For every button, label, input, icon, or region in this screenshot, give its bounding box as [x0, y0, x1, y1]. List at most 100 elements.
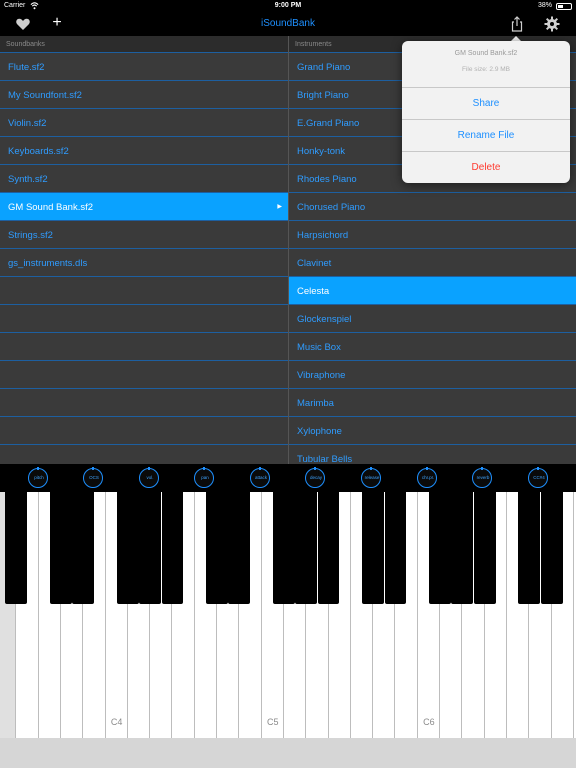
keyboard-bottom-band	[0, 738, 576, 768]
black-key[interactable]	[429, 492, 451, 604]
list-item-label: Honky-tonk	[297, 146, 346, 157]
knob-label: reverb	[476, 475, 490, 480]
knob-release[interactable]: release	[361, 467, 381, 488]
share-icon[interactable]	[509, 16, 525, 32]
black-key[interactable]	[518, 492, 541, 604]
empty-row	[0, 277, 288, 305]
list-item-label: Music Box	[297, 342, 341, 353]
black-key[interactable]	[228, 492, 251, 604]
disclosure-arrow-icon: ▶	[277, 204, 282, 210]
list-item[interactable]: Chorused Piano	[289, 193, 576, 221]
octave-label: C4	[110, 717, 123, 727]
black-key[interactable]	[273, 492, 295, 604]
list-item-label: Chorused Piano	[297, 202, 366, 213]
black-key[interactable]	[206, 492, 228, 604]
knob-ocs[interactable]: OCS	[83, 467, 103, 488]
list-item[interactable]: Harpsichord	[289, 221, 576, 249]
list-item-label: Strings.sf2	[8, 230, 53, 241]
app-title: iSoundBank	[261, 18, 315, 29]
empty-row	[0, 389, 288, 417]
list-item-label: My Soundfont.sf2	[8, 90, 82, 101]
list-item[interactable]: GM Sound Bank.sf2 ▶	[0, 193, 288, 221]
list-item[interactable]: Clavinet	[289, 249, 576, 277]
list-item-label: Glockenspiel	[297, 314, 352, 325]
list-item-label: Harpsichord	[297, 230, 349, 241]
list-item[interactable]: Keyboards.sf2	[0, 137, 288, 165]
status-bar: Carrier 9:00 PM 38%	[0, 0, 576, 12]
knob-label: pan	[201, 475, 209, 480]
status-time: 9:00 PM	[274, 2, 302, 9]
list-item-label: Violin.sf2	[8, 118, 47, 129]
list-item[interactable]: Vibraphone	[289, 361, 576, 389]
knob-vol[interactable]: vol.	[139, 467, 159, 488]
black-key[interactable]	[49, 492, 72, 604]
black-key[interactable]	[161, 492, 184, 604]
soundbank-list: Flute.sf2 My Soundfont.sf2 Violin.sf2 Keybo…	[0, 53, 288, 464]
list-item-label: Clavinet	[297, 258, 332, 269]
rename-file-button[interactable]: Rename File	[402, 119, 570, 151]
knob-label: attack	[254, 475, 267, 480]
list-item-label: Flute.sf2	[8, 62, 45, 73]
piano-keyboard: C4 C5 C6	[0, 492, 576, 768]
knob-label: chr.pr.	[421, 475, 435, 480]
list-item[interactable]: Violin.sf2	[0, 109, 288, 137]
list-item[interactable]: Marimba	[289, 389, 576, 417]
knob-label: CC#4	[533, 475, 545, 480]
list-item[interactable]: Celesta	[289, 277, 576, 305]
list-item[interactable]: Strings.sf2	[0, 221, 288, 249]
knob-label: vol.	[146, 475, 154, 480]
black-key[interactable]	[295, 492, 318, 604]
empty-row	[0, 333, 288, 361]
list-item-label: gs_instruments.dls	[8, 258, 88, 269]
list-item-label: GM Sound Bank.sf2	[8, 202, 94, 213]
octave-label: C5	[267, 717, 279, 727]
knob-decay[interactable]: decay	[305, 467, 325, 488]
knob-cc-4[interactable]: CC#4	[528, 467, 548, 488]
octave-label: C6	[423, 717, 435, 727]
black-key[interactable]	[317, 492, 340, 604]
list-item[interactable]: Flute.sf2	[0, 53, 288, 81]
delete-button[interactable]: Delete	[402, 151, 570, 183]
gear-icon[interactable]	[544, 16, 560, 32]
knob-reverb[interactable]: reverb	[472, 467, 492, 488]
black-key[interactable]	[116, 492, 139, 604]
black-key[interactable]	[473, 492, 496, 604]
knob-chr-pr[interactable]: chr.pr.	[417, 467, 437, 488]
list-item-label: Grand Piano	[297, 62, 351, 73]
list-item-label: Tubular Bells	[297, 454, 353, 464]
list-item[interactable]: Xylophone	[289, 417, 576, 445]
knob-label: release	[364, 475, 380, 480]
popover-file-name: GM Sound Bank.sf2	[454, 50, 518, 57]
empty-row	[0, 417, 288, 445]
knob-attack[interactable]: attack	[250, 467, 270, 488]
list-item-label: Rhodes Piano	[297, 174, 357, 185]
knob-pitch[interactable]: pitch	[28, 467, 48, 488]
soundbanks-pane: Soundbanks Flute.sf2 My Soundfont.sf2 Viol…	[0, 36, 289, 464]
knob-label: pitch	[34, 475, 44, 480]
list-item[interactable]: My Soundfont.sf2	[0, 81, 288, 109]
file-actions-popover: GM Sound Bank.sf2 File size: 2.9 MB Shar…	[402, 41, 570, 183]
black-key[interactable]	[139, 492, 162, 604]
list-item-label: Celesta	[297, 286, 330, 297]
list-item-label: Xylophone	[297, 426, 342, 437]
black-key[interactable]	[362, 492, 385, 604]
empty-row	[0, 445, 288, 464]
knob-label: decay	[309, 475, 322, 480]
black-key[interactable]	[5, 492, 28, 604]
knob-pan[interactable]: pan	[194, 467, 214, 488]
black-key[interactable]	[540, 492, 563, 604]
list-item[interactable]: gs_instruments.dls	[0, 249, 288, 277]
list-item[interactable]: Glockenspiel	[289, 305, 576, 333]
list-item[interactable]: Synth.sf2	[0, 165, 288, 193]
black-key[interactable]	[384, 492, 407, 604]
black-key[interactable]	[72, 492, 95, 604]
knob-strip: pitch OCS vol. pan attack decay release chr.pr.…	[0, 464, 576, 492]
empty-row	[0, 361, 288, 389]
navigation-bar: + iSoundBank	[0, 12, 576, 36]
black-key[interactable]	[451, 492, 474, 604]
list-item-label: Bright Piano	[297, 90, 349, 101]
list-item[interactable]: Music Box	[289, 333, 576, 361]
list-item[interactable]: Tubular Bells	[289, 445, 576, 464]
share-button[interactable]: Share	[402, 87, 570, 119]
list-item-label: E.Grand Piano	[297, 118, 360, 129]
